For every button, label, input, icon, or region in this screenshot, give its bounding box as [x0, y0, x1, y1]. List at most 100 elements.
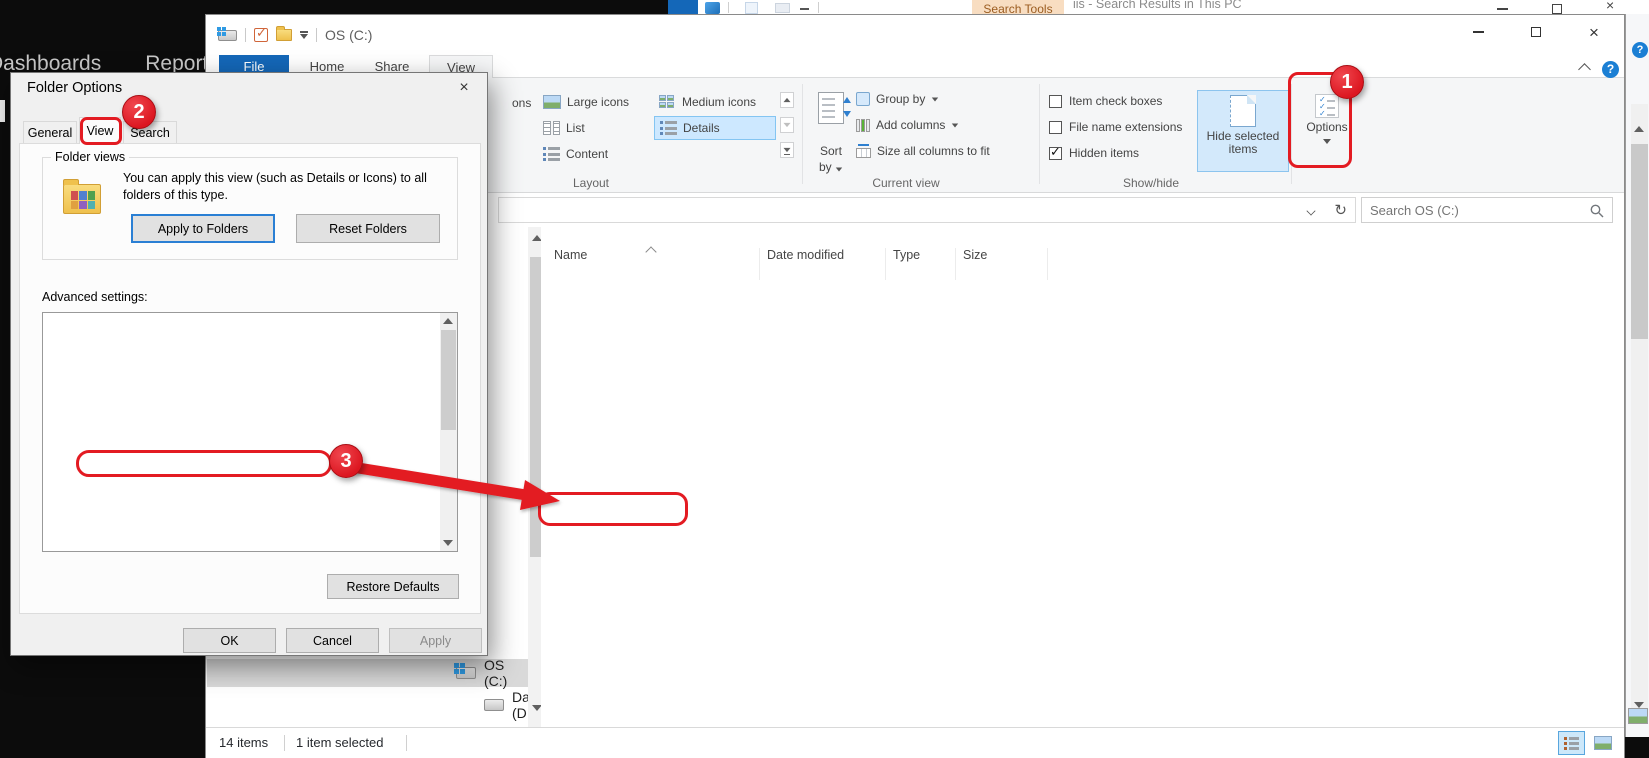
thumbnail-view-icon [1594, 736, 1612, 750]
hide-selected-items-icon [1230, 95, 1256, 127]
this-pc-icon [705, 2, 720, 14]
maximize-button[interactable] [1518, 19, 1554, 45]
layout-medium-icons[interactable]: Medium icons [654, 90, 761, 114]
settings-scrollbar[interactable] [440, 313, 457, 551]
gallery-more-button[interactable] [780, 142, 794, 158]
file-list: Name Date modified Type Size [541, 227, 1231, 727]
status-bar: 14 items 1 item selected [206, 727, 1624, 758]
restore-defaults-button[interactable]: Restore Defaults [327, 574, 459, 599]
reset-folders-button[interactable]: Reset Folders [296, 214, 440, 243]
sort-by-icon [818, 92, 844, 124]
qat-customize-icon[interactable] [300, 31, 308, 39]
gallery-scroll-down[interactable] [780, 117, 794, 133]
background-app-fragment [0, 100, 5, 122]
nav-drive-item[interactable]: OS (C:) [207, 659, 528, 687]
scroll-up-icon[interactable] [443, 318, 453, 324]
background-window-titlebar: Search Tools iis - Search Results in Thi… [668, 0, 1649, 14]
column-date-modified[interactable]: Date modified [767, 248, 844, 262]
bg-scrollbar-thumb[interactable] [1631, 144, 1648, 339]
background-window-title: iis - Search Results in This PC [1073, 0, 1242, 11]
folder-views-groupbox: Folder views You can apply this view (su… [42, 157, 458, 260]
drive-label: OS (C:) [484, 657, 528, 689]
layout-large-icons[interactable]: Large icons [538, 90, 634, 114]
items-count: 14 items [219, 735, 268, 750]
column-type[interactable]: Type [893, 248, 920, 262]
column-name[interactable]: Name [554, 248, 587, 262]
background-file-tab-fragment [668, 0, 698, 14]
scroll-up-icon[interactable] [1634, 126, 1644, 132]
dialog-title: Folder Options [27, 80, 122, 96]
add-columns-button[interactable]: Add columns [856, 118, 959, 132]
nav-drive-item[interactable]: Data (D:) [207, 691, 528, 719]
drive-icon [484, 699, 504, 711]
settings-scrollbar-thumb[interactable] [441, 330, 456, 430]
layout-details-selected[interactable]: Details [654, 116, 776, 140]
file-name-extensions-option[interactable]: File name extensions [1049, 120, 1182, 134]
search-icon [1590, 204, 1604, 218]
size-columns-button[interactable]: Size all columns to fit [856, 144, 990, 158]
search-box[interactable] [1361, 197, 1613, 223]
options-icon: ✓✓✓ [1315, 94, 1339, 118]
background-window-right-edge: ? [1625, 14, 1649, 758]
sort-ascending-icon [645, 246, 656, 257]
gallery-scroll-up[interactable] [780, 92, 794, 108]
scroll-down-icon[interactable] [443, 540, 453, 546]
bg-thumbnail-button-fragment [1628, 708, 1648, 724]
column-headers: Name Date modified Type Size [541, 239, 1231, 275]
bg-help-icon[interactable]: ? [1632, 42, 1648, 58]
ok-button[interactable]: OK [183, 628, 276, 653]
bg-maximize-button[interactable] [1552, 4, 1562, 14]
apply-button[interactable]: Apply [389, 628, 482, 653]
sort-by-button[interactable]: Sort [809, 144, 853, 158]
hidden-items-checkbox[interactable] [1049, 147, 1062, 160]
layout-content[interactable]: Content [538, 142, 613, 166]
screen: Dashboards Reports Search Tools iis - Se… [0, 0, 1649, 758]
column-size[interactable]: Size [963, 248, 987, 262]
bg-scrollbar[interactable] [1631, 104, 1648, 720]
search-input[interactable] [1370, 200, 1570, 220]
item-check-boxes-option[interactable]: Item check boxes [1049, 94, 1162, 108]
item-check-boxes-checkbox[interactable] [1049, 95, 1062, 108]
folder-views-icon [63, 184, 101, 214]
bg-close-button[interactable]: × [1606, 0, 1614, 13]
search-tools-tab[interactable]: Search Tools [972, 0, 1064, 14]
large-icons-view-button[interactable] [1589, 731, 1616, 755]
bg-minimize-button[interactable] [1497, 8, 1508, 10]
medium-icons-icon [659, 95, 676, 109]
group-by-button[interactable]: Group by [856, 92, 939, 106]
layout-list[interactable]: List [538, 116, 590, 140]
layout-cut-item-fragment[interactable]: ons [512, 96, 531, 110]
folder-options-dialog: Folder Options × General View Search Fol… [10, 72, 488, 656]
file-name-extensions-checkbox[interactable] [1049, 121, 1062, 134]
bg-black-corner [1624, 737, 1649, 758]
annotation-badge-3: 3 [329, 444, 363, 478]
hidden-items-option[interactable]: Hidden items [1049, 146, 1139, 160]
hide-selected-items-button[interactable]: Hide selected items [1197, 90, 1289, 172]
new-folder-qat-icon[interactable] [276, 29, 292, 41]
options-button[interactable]: ✓✓✓ Options [1298, 90, 1356, 172]
nav-drive-list: OS (C:) Data (D:) [207, 659, 528, 723]
new-folder-icon [775, 3, 790, 13]
dialog-tab-view[interactable]: View [79, 117, 121, 144]
details-view-icon [1564, 737, 1579, 750]
address-dropdown-icon[interactable] [1306, 206, 1315, 215]
dialog-tab-general[interactable]: General [23, 121, 77, 144]
minimize-button[interactable] [1460, 19, 1496, 45]
close-button[interactable]: × [1576, 19, 1612, 45]
content-icon [543, 147, 560, 161]
refresh-icon[interactable]: ↻ [1334, 201, 1347, 219]
annotation-badge-1: 1 [1330, 65, 1364, 99]
window-title: OS (C:) [325, 27, 372, 43]
dialog-close-icon[interactable]: × [449, 77, 479, 99]
cancel-button[interactable]: Cancel [286, 628, 379, 653]
advanced-settings-label: Advanced settings: [42, 290, 148, 304]
properties-qat-icon[interactable] [254, 28, 268, 42]
apply-to-folders-button[interactable]: Apply to Folders [131, 214, 275, 243]
address-bar[interactable]: ↻ [498, 197, 1356, 223]
drive-icon [456, 667, 476, 679]
dialog-titlebar: Folder Options × [11, 73, 487, 103]
add-columns-icon [856, 119, 870, 132]
details-icon [660, 121, 677, 135]
help-icon[interactable]: ? [1602, 61, 1619, 78]
details-view-button[interactable] [1558, 731, 1585, 755]
